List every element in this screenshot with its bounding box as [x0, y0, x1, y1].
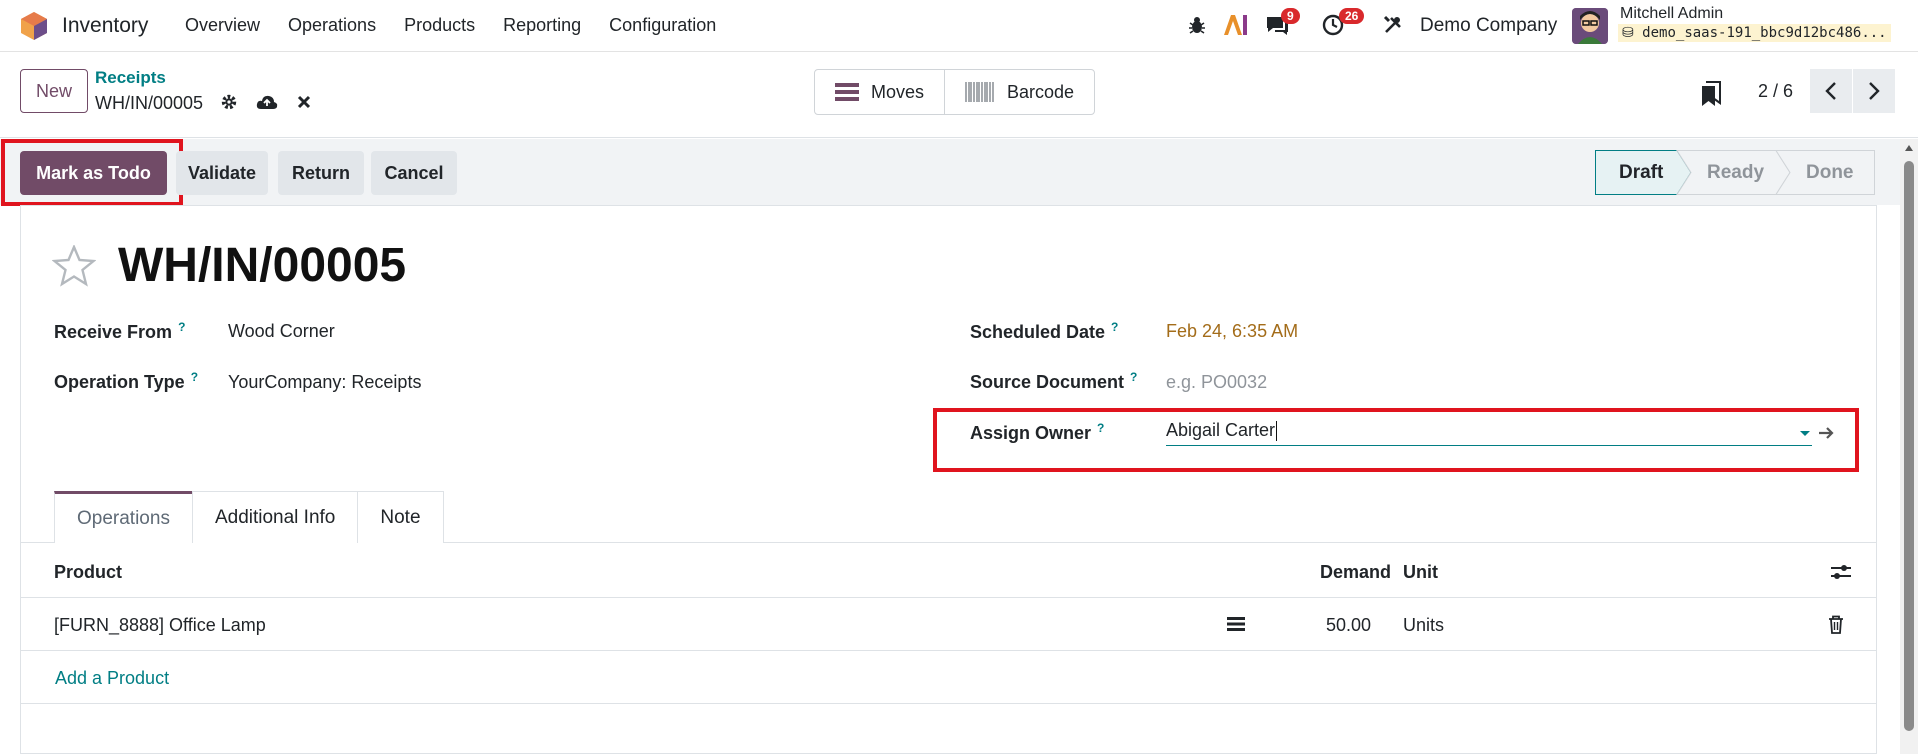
column-header-demand[interactable]: Demand: [1320, 562, 1391, 583]
messages-count-badge: 9: [1281, 8, 1300, 24]
scrollbar[interactable]: [1900, 139, 1918, 754]
details-menu-icon[interactable]: [1227, 616, 1245, 632]
source-document-label: Source Document?: [970, 370, 1137, 393]
stage-draft[interactable]: Draft: [1619, 150, 1663, 195]
user-name[interactable]: Mitchell Admin: [1620, 5, 1723, 23]
highlight-box-assign-owner: [933, 408, 1859, 472]
breadcrumb-receipts[interactable]: Receipts: [95, 68, 166, 88]
unit-cell[interactable]: Units: [1403, 615, 1444, 636]
moves-view-button[interactable]: Moves: [815, 70, 944, 114]
pager-next-button[interactable]: [1853, 69, 1895, 113]
receive-from-field[interactable]: Wood Corner: [228, 321, 335, 342]
receive-from-label-text: Receive From: [54, 322, 173, 342]
ai-icon[interactable]: [1222, 13, 1248, 37]
return-button[interactable]: Return: [278, 151, 364, 195]
stage-done[interactable]: Done: [1806, 150, 1854, 195]
add-product-link[interactable]: Add a Product: [55, 668, 169, 689]
main-menu: Overview Operations Products Reporting C…: [185, 15, 744, 36]
notebook-tabs: Operations Additional Info Note: [54, 491, 444, 543]
help-icon[interactable]: ?: [1130, 370, 1137, 384]
moves-label: Moves: [871, 81, 925, 102]
demand-cell[interactable]: 50.00: [1326, 615, 1371, 636]
operation-type-label: Operation Type?: [54, 370, 198, 393]
highlight-box-mark-todo: [1, 139, 183, 206]
breadcrumb-current-record: WH/IN/00005: [95, 93, 204, 113]
trash-icon[interactable]: [1828, 615, 1844, 634]
tab-additional-info[interactable]: Additional Info: [191, 491, 359, 543]
tab-operations[interactable]: Operations: [54, 491, 193, 543]
database-name: ⛁ demo_saas-191_bbc9d12bc486...: [1618, 24, 1891, 42]
operation-type-field[interactable]: YourCompany: Receipts: [228, 372, 421, 393]
menu-operations[interactable]: Operations: [288, 15, 376, 36]
chevron-left-icon: [1825, 82, 1836, 100]
header-divider: [20, 597, 1877, 598]
chevron-right-icon: [1869, 82, 1880, 100]
menu-reporting[interactable]: Reporting: [503, 15, 581, 36]
menu-overview[interactable]: Overview: [185, 15, 260, 36]
source-document-label-text: Source Document: [970, 372, 1125, 392]
list-icon: [835, 83, 859, 101]
column-header-product[interactable]: Product: [54, 562, 122, 583]
operation-type-label-text: Operation Type: [54, 372, 185, 392]
gear-icon[interactable]: [220, 93, 238, 111]
column-header-unit[interactable]: Unit: [1403, 562, 1438, 583]
pager-previous-button[interactable]: [1810, 69, 1852, 113]
new-button[interactable]: New: [20, 69, 88, 113]
tab-note[interactable]: Note: [357, 491, 444, 543]
star-favorite-icon[interactable]: [52, 245, 96, 287]
scroll-up-arrow-icon[interactable]: [1904, 144, 1914, 152]
help-icon[interactable]: ?: [191, 370, 198, 384]
top-navbar: Inventory Overview Operations Products R…: [0, 0, 1918, 52]
discard-icon[interactable]: [296, 94, 312, 110]
row-divider: [20, 703, 1877, 704]
bug-icon[interactable]: [1187, 15, 1207, 35]
company-switcher[interactable]: Demo Company: [1420, 15, 1557, 37]
stage-ready[interactable]: Ready: [1707, 150, 1764, 195]
view-switcher: Moves Barcode: [814, 69, 1096, 115]
app-name[interactable]: Inventory: [62, 14, 148, 38]
scheduled-date-label-text: Scheduled Date: [970, 322, 1106, 342]
help-icon[interactable]: ?: [1111, 320, 1118, 334]
record-actions: [220, 93, 312, 111]
user-avatar[interactable]: [1572, 8, 1608, 44]
receive-from-label: Receive From?: [54, 320, 185, 343]
cancel-button[interactable]: Cancel: [371, 151, 457, 195]
validate-button[interactable]: Validate: [176, 151, 268, 195]
row-divider: [20, 650, 1877, 651]
record-title: WH/IN/00005: [118, 239, 407, 292]
control-panel: New Receipts WH/IN/00005 Moves Barcode 2…: [0, 53, 1918, 138]
barcode-icon: [965, 82, 994, 102]
menu-products[interactable]: Products: [404, 15, 475, 36]
scheduled-date-field[interactable]: Feb 24, 6:35 AM: [1166, 321, 1298, 342]
pager-value[interactable]: 2 / 6: [1758, 81, 1793, 102]
activities-count-badge: 26: [1339, 8, 1365, 24]
source-document-field[interactable]: e.g. PO0032: [1166, 372, 1267, 393]
scrollbar-thumb[interactable]: [1904, 161, 1914, 731]
barcode-label: Barcode: [1007, 81, 1075, 102]
database-icon: ⛁: [1622, 25, 1643, 41]
inventory-app-icon[interactable]: [20, 11, 48, 41]
barcode-view-button[interactable]: Barcode: [944, 70, 1094, 114]
help-icon[interactable]: ?: [178, 320, 185, 334]
database-name-text: demo_saas-191_bbc9d12bc486...: [1642, 25, 1887, 41]
optional-columns-icon[interactable]: [1830, 562, 1852, 582]
bookmark-icon[interactable]: [1700, 81, 1722, 107]
tools-icon[interactable]: [1383, 15, 1403, 35]
scheduled-date-label: Scheduled Date?: [970, 320, 1118, 343]
save-cloud-icon[interactable]: [256, 93, 278, 111]
product-cell[interactable]: [FURN_8888] Office Lamp: [54, 615, 266, 636]
menu-configuration[interactable]: Configuration: [609, 15, 716, 36]
